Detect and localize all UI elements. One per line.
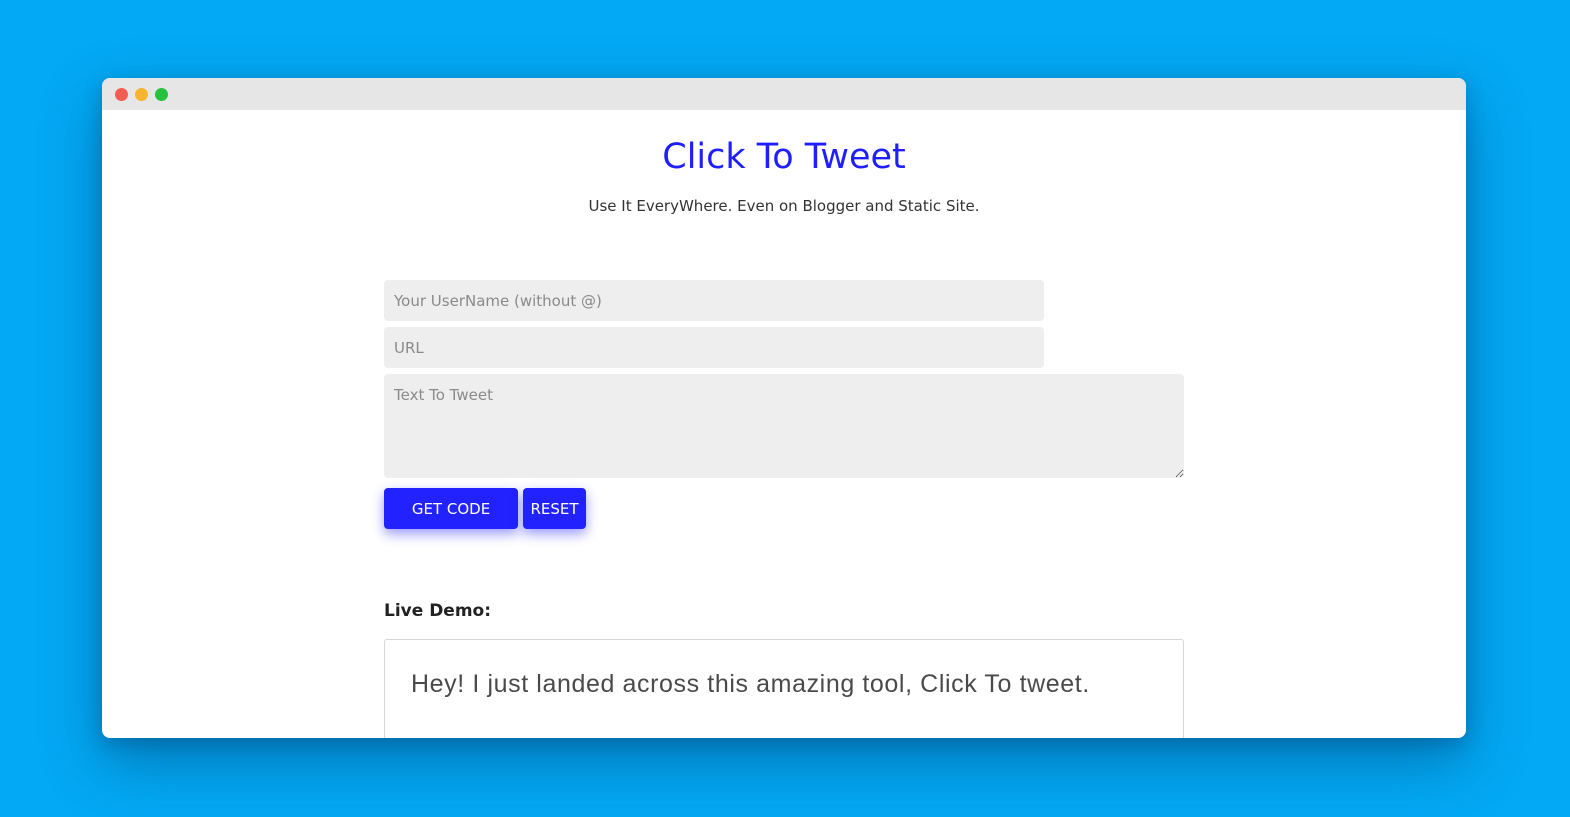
maximize-window-icon[interactable] (155, 88, 168, 101)
username-input[interactable] (384, 280, 1044, 321)
tweet-text-input[interactable] (384, 374, 1184, 478)
page-subtitle: Use It EveryWhere. Even on Blogger and S… (588, 197, 980, 215)
minimize-window-icon[interactable] (135, 88, 148, 101)
live-demo-box: Hey! I just landed across this amazing t… (384, 639, 1184, 738)
get-code-button[interactable]: GET CODE (384, 488, 518, 529)
close-window-icon[interactable] (115, 88, 128, 101)
window-titlebar (102, 78, 1466, 110)
reset-button[interactable]: RESET (523, 488, 586, 529)
browser-window: Click To Tweet Use It EveryWhere. Even o… (102, 78, 1466, 738)
page-title: Click To Tweet (662, 137, 906, 177)
page-content: Click To Tweet Use It EveryWhere. Even o… (102, 110, 1466, 738)
live-demo-label: Live Demo: (384, 601, 492, 621)
url-input[interactable] (384, 327, 1044, 368)
demo-tweet-text: Hey! I just landed across this amazing t… (411, 670, 1090, 698)
